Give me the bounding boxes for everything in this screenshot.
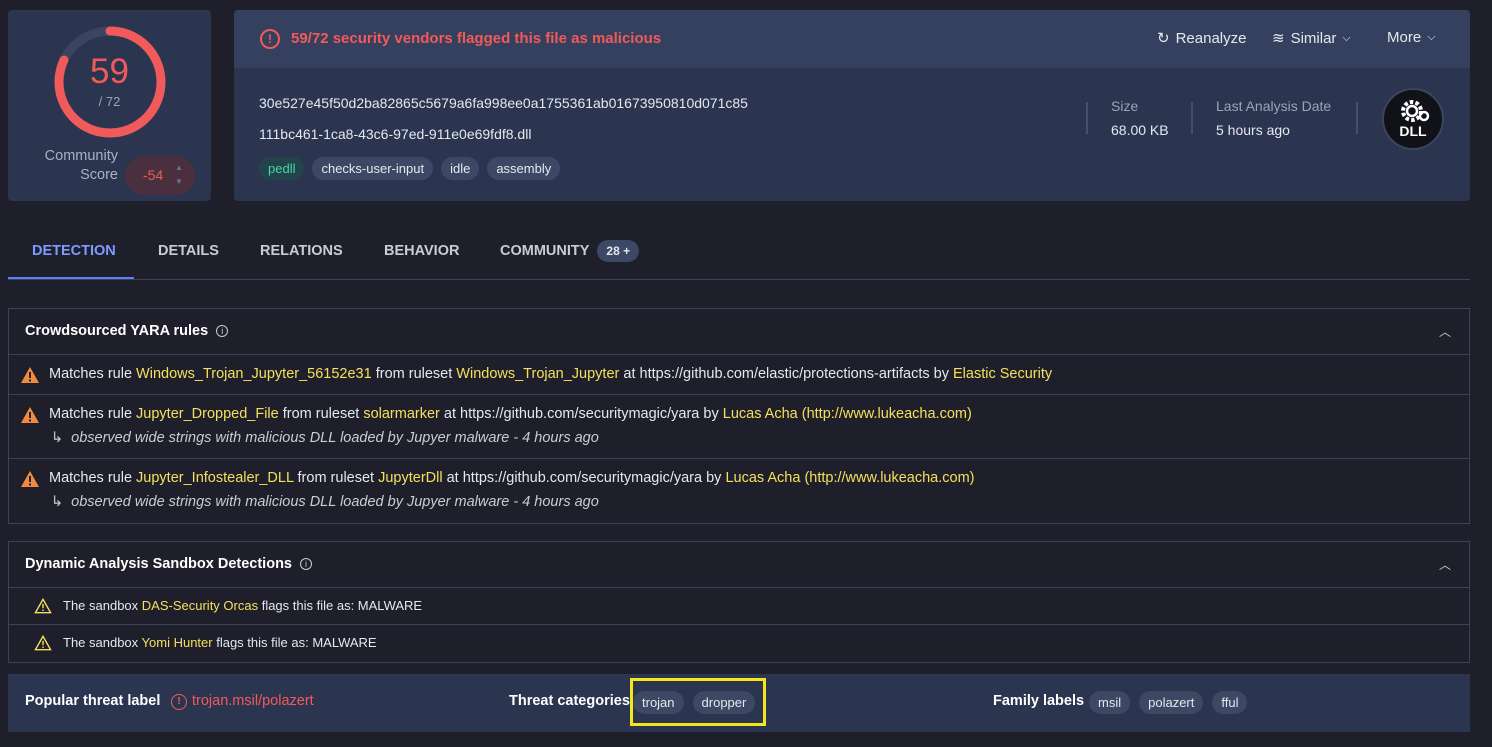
sandbox-text: The sandbox DAS-Security Orcas flags thi… [63, 598, 423, 613]
yara-rule-row: Matches rule Windows_Trojan_Jupyter_5615… [9, 355, 1469, 395]
similar-button[interactable]: ≋ Similar ⌵ [1272, 29, 1351, 48]
sandbox-section: Dynamic Analysis Sandbox Detections i ︿ T… [8, 541, 1470, 663]
yara-rule-note: ↳ observed wide strings with malicious DL… [51, 430, 599, 446]
sandbox-header[interactable]: Dynamic Analysis Sandbox Detections i ︿ [9, 542, 1469, 588]
family-labels-label: Family labels [993, 693, 1085, 709]
downvote-icon[interactable]: ▼ [175, 177, 183, 186]
tab-behavior[interactable]: BEHAVIOR [384, 243, 459, 259]
rule-link[interactable]: Jupyter_Infostealer_DLL [136, 470, 293, 486]
ruleset-link[interactable]: JupyterDll [378, 470, 442, 486]
file-name: 111bc461-1ca8-43c6-97ed-911e0e69fdf8.dll [259, 126, 532, 142]
yara-rule-row: Matches rule Jupyter_Dropped_File from r… [9, 395, 1469, 459]
more-button[interactable]: More ⌵ [1387, 29, 1436, 46]
detection-total: / 72 [98, 94, 121, 109]
chevron-down-icon: ⌵ [1342, 31, 1351, 44]
ruleset-link[interactable]: Windows_Trojan_Jupyter [456, 366, 619, 382]
warning-icon [21, 407, 39, 423]
tab-bar: DETECTION DETAILS RELATIONS BEHAVIOR COM… [8, 226, 1470, 280]
divider [1356, 102, 1358, 134]
yara-rule-note: ↳ observed wide strings with malicious DL… [51, 494, 599, 510]
popular-threat-value[interactable]: trojan.msil/polazert [192, 693, 314, 709]
community-count-badge: 28 + [597, 240, 640, 262]
tab-community[interactable]: COMMUNITY 28 + [500, 240, 640, 262]
yara-section: Crowdsourced YARA rules i ︿ Matches rule … [8, 308, 1470, 524]
family-tag[interactable]: msil [1089, 691, 1131, 714]
warning-icon [21, 367, 39, 383]
sandbox-row: The sandbox Yomi Hunter flags this file … [9, 625, 1469, 662]
warning-icon [34, 635, 52, 651]
similar-icon: ≋ [1272, 30, 1285, 47]
community-score-pill: -54 ▲ ▼ [125, 156, 195, 195]
section-title: Crowdsourced YARA rules i [25, 323, 229, 339]
category-tag[interactable]: dropper [692, 691, 756, 714]
threat-categories-label: Threat categories [509, 693, 630, 709]
reply-arrow-icon: ↳ [51, 430, 64, 446]
tab-relations[interactable]: RELATIONS [260, 243, 343, 259]
file-hash[interactable]: 30e527e45f50d2ba82865c5679a6fa998ee0a175… [259, 95, 748, 111]
tab-details[interactable]: DETAILS [158, 243, 219, 259]
divider [1191, 102, 1193, 134]
category-tag[interactable]: trojan [633, 691, 684, 714]
alert-icon: ! [260, 29, 280, 49]
tag[interactable]: idle [441, 157, 480, 180]
tab-detection[interactable]: DETECTION [32, 243, 116, 259]
sandbox-row: The sandbox DAS-Security Orcas flags thi… [9, 588, 1469, 625]
family-tag[interactable]: polazert [1139, 691, 1204, 714]
size-value: 68.00 KB [1111, 122, 1169, 138]
collapse-icon[interactable]: ︿ [1439, 556, 1451, 573]
sandbox-link[interactable]: DAS-Security Orcas [142, 598, 258, 613]
family-tag[interactable]: fful [1212, 691, 1248, 714]
score-card: 59 / 72 Community Score -54 ▲ ▼ [8, 10, 211, 201]
active-tab-indicator [8, 277, 134, 279]
last-analysis-label: Last Analysis Date [1216, 98, 1332, 114]
ruleset-link[interactable]: solarmarker [363, 406, 440, 422]
chevron-down-icon: ⌵ [1427, 31, 1436, 43]
popular-threat-label: Popular threat label [25, 693, 161, 709]
warning-icon [21, 471, 39, 487]
yara-rule-text: Matches rule Jupyter_Dropped_File from r… [49, 406, 972, 422]
family-labels: msil polazert fful [1089, 691, 1248, 714]
author-link[interactable]: Lucas Acha (http://www.lukeacha.com) [723, 406, 972, 422]
alert-bar: ! 59/72 security vendors flagged this fi… [234, 10, 1470, 68]
reanalyze-button[interactable]: ↻ Reanalyze [1157, 29, 1246, 48]
section-title: Dynamic Analysis Sandbox Detections i [25, 556, 312, 572]
file-type-label: DLL [1399, 123, 1427, 139]
reply-arrow-icon: ↳ [51, 494, 64, 510]
alert-icon: ! [171, 694, 187, 710]
yara-rule-row: Matches rule Jupyter_Infostealer_DLL fro… [9, 459, 1469, 523]
file-type-badge: DLL [1382, 88, 1444, 150]
refresh-icon: ↻ [1157, 30, 1170, 47]
threat-categories: trojan dropper [633, 691, 756, 714]
rule-link[interactable]: Jupyter_Dropped_File [136, 406, 279, 422]
divider [1086, 102, 1088, 134]
alert-text: 59/72 security vendors flagged this file… [291, 30, 662, 47]
author-link[interactable]: Elastic Security [953, 366, 1052, 382]
collapse-icon[interactable]: ︿ [1439, 323, 1451, 340]
yara-rule-text: Matches rule Jupyter_Infostealer_DLL fro… [49, 470, 975, 486]
size-label: Size [1111, 98, 1139, 114]
upvote-icon[interactable]: ▲ [175, 163, 183, 172]
tag[interactable]: checks-user-input [312, 157, 434, 180]
rule-link[interactable]: Windows_Trojan_Jupyter_56152e31 [136, 366, 372, 382]
file-tags: pedll checks-user-input idle assembly [259, 157, 561, 180]
community-score-label: Community Score [44, 148, 118, 183]
gear-icon [1401, 100, 1430, 122]
last-analysis-value: 5 hours ago [1216, 122, 1290, 138]
file-header: ! 59/72 security vendors flagged this fi… [234, 10, 1470, 201]
community-score-value: -54 [143, 167, 164, 183]
tag[interactable]: pedll [259, 157, 305, 180]
info-icon[interactable]: i [216, 325, 229, 337]
sandbox-link[interactable]: Yomi Hunter [142, 635, 213, 650]
yara-rule-text: Matches rule Windows_Trojan_Jupyter_5615… [49, 366, 1053, 382]
info-icon[interactable]: i [300, 558, 312, 570]
warning-icon [34, 598, 52, 614]
detection-count: 59 [90, 52, 129, 91]
yara-header[interactable]: Crowdsourced YARA rules i ︿ [9, 309, 1469, 355]
author-link[interactable]: Lucas Acha (http://www.lukeacha.com) [725, 470, 974, 486]
threat-summary-bar: Popular threat label ! trojan.msil/polaz… [8, 674, 1470, 732]
tag[interactable]: assembly [487, 157, 561, 180]
sandbox-text: The sandbox Yomi Hunter flags this file … [63, 635, 377, 650]
